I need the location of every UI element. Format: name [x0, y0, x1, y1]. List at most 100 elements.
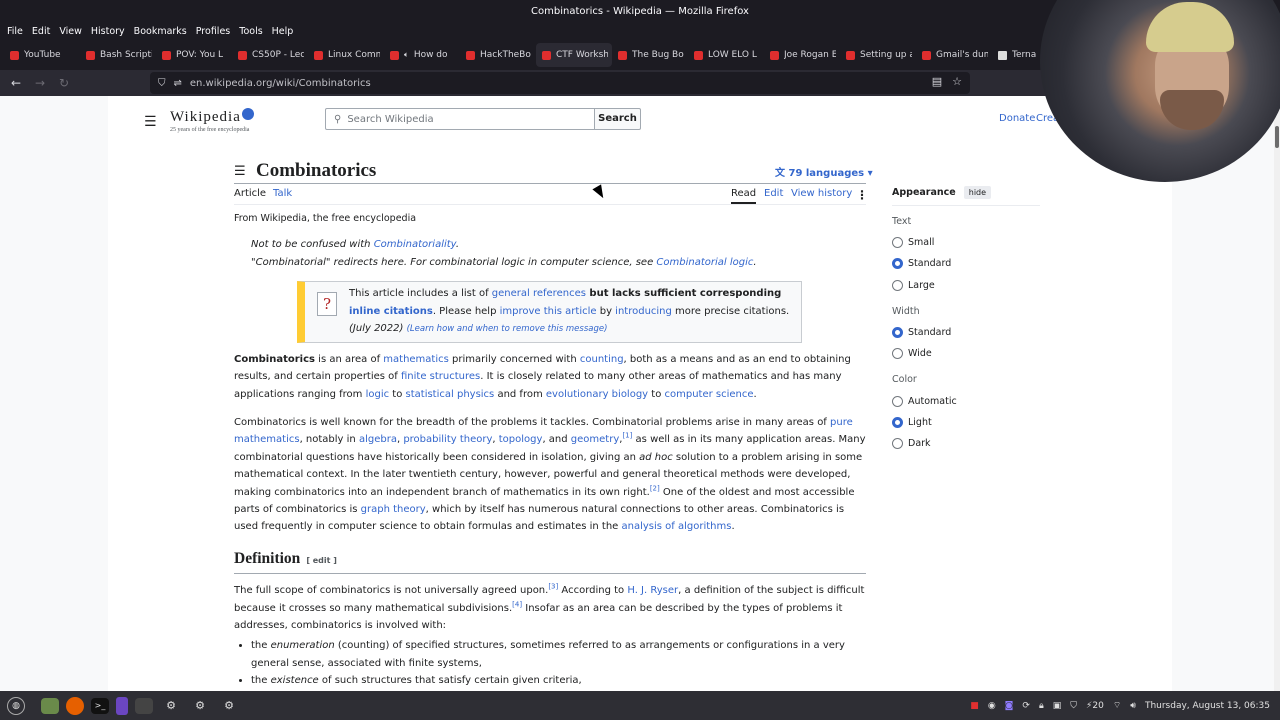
tab-view-history[interactable]: View history — [791, 188, 852, 199]
lock-icon[interactable]: 🔒︎ — [1039, 701, 1044, 711]
more-tools-icon[interactable]: ⋮ — [856, 188, 868, 202]
radio-button[interactable] — [892, 327, 903, 339]
wifi-icon[interactable]: ⌔ — [1113, 700, 1121, 711]
tab-article[interactable]: Article — [234, 188, 266, 199]
search-button[interactable]: Search — [594, 108, 641, 130]
notice-link[interactable]: introducing — [615, 306, 672, 317]
reload-button[interactable]: ↻ — [52, 76, 76, 90]
audio-icon[interactable]: 🔈︎ — [404, 50, 409, 60]
menu-edit[interactable]: Edit — [30, 24, 57, 40]
start-menu-icon[interactable]: ◍ — [7, 696, 25, 715]
update-icon[interactable]: ⟳ — [1022, 701, 1030, 711]
url-bar[interactable]: ⛉ ⇌ en.wikipedia.org/wiki/Combinatorics … — [150, 72, 970, 94]
menu-view[interactable]: View — [57, 24, 89, 40]
back-button[interactable]: ← — [4, 76, 28, 90]
radio-option[interactable]: Standard — [892, 322, 1040, 343]
gear-icon[interactable]: ⚙ — [189, 695, 211, 717]
clock[interactable]: Thursday, August 13, 06:35 — [1145, 701, 1270, 711]
link[interactable]: analysis of algorithms — [622, 521, 732, 532]
browser-tab[interactable]: CS50P - Lec — [232, 43, 308, 67]
link[interactable]: counting — [580, 354, 624, 365]
browser-tab[interactable]: CTF Worksh — [536, 43, 612, 67]
firefox-icon[interactable] — [66, 696, 84, 715]
link[interactable]: evolutionary biology — [546, 389, 648, 400]
notice-link[interactable]: inline citations — [349, 306, 433, 317]
link[interactable]: probability theory — [403, 434, 492, 445]
browser-tab[interactable]: Bash Scripti — [80, 43, 156, 67]
link[interactable]: H. J. Ryser — [627, 585, 678, 596]
shield-icon[interactable]: ⛉ — [1070, 701, 1077, 711]
radio-option[interactable]: Dark — [892, 433, 1040, 454]
browser-tab[interactable]: POV: You L — [156, 43, 232, 67]
menu-history[interactable]: History — [89, 24, 132, 40]
shield-icon[interactable]: ⛉ — [158, 78, 166, 89]
browser-tab[interactable]: The Bug Bo — [612, 43, 688, 67]
reader-view-icon[interactable]: ▤ — [932, 75, 942, 88]
citation[interactable]: [2] — [650, 484, 660, 492]
citation[interactable]: [3] — [548, 583, 558, 591]
wikipedia-logo[interactable]: Wikipedia 25 years of the free encyclope… — [170, 106, 254, 133]
network-icon[interactable]: ⚡20 — [1086, 701, 1104, 711]
browser-tab[interactable]: LOW ELO L — [688, 43, 764, 67]
link[interactable]: topology — [499, 434, 543, 445]
clipboard-icon[interactable]: ▣ — [1053, 701, 1062, 711]
menu-tools[interactable]: Tools — [237, 24, 269, 40]
link[interactable]: statistical physics — [406, 389, 495, 400]
files-icon[interactable] — [41, 697, 59, 714]
hide-button[interactable]: hide — [963, 186, 992, 199]
url-text[interactable]: en.wikipedia.org/wiki/Combinatorics — [190, 78, 371, 89]
radio-button[interactable] — [892, 279, 903, 291]
citation[interactable]: [1] — [622, 432, 632, 440]
radio-option[interactable]: Automatic — [892, 390, 1040, 411]
link[interactable]: pure mathematics — [234, 417, 853, 445]
browser-tab[interactable]: Gmail's dum — [916, 43, 992, 67]
citation[interactable]: [4] — [512, 600, 522, 608]
obsidian-icon[interactable] — [116, 696, 128, 715]
edit-section-link[interactable]: [ edit ] — [306, 556, 337, 565]
browser-tab[interactable]: YouTube — [4, 43, 80, 67]
link[interactable]: mathematics — [383, 354, 449, 365]
radio-button[interactable] — [892, 438, 903, 450]
link[interactable]: geometry — [571, 434, 619, 445]
volume-icon[interactable]: 🔊︎ — [1130, 701, 1136, 711]
tab-talk[interactable]: Talk — [273, 188, 292, 199]
radio-option[interactable]: Light — [892, 412, 1040, 433]
radio-button[interactable] — [892, 237, 903, 249]
menu-help[interactable]: Help — [270, 24, 301, 40]
radio-button[interactable] — [892, 348, 903, 360]
toc-toggle-icon[interactable]: ☰ — [234, 164, 246, 179]
discord-icon[interactable]: ◙ — [1005, 701, 1014, 711]
menu-bookmarks[interactable]: Bookmarks — [132, 24, 194, 40]
radio-option[interactable]: Small — [892, 232, 1040, 253]
link[interactable]: graph theory — [361, 504, 426, 515]
forward-button[interactable]: → — [28, 76, 52, 90]
scroll-thumb[interactable] — [1275, 126, 1279, 148]
app-icon[interactable] — [135, 697, 153, 714]
obs-icon[interactable]: ◉ — [988, 701, 996, 711]
tab-edit[interactable]: Edit — [764, 188, 783, 199]
radio-option[interactable]: Standard — [892, 253, 1040, 274]
radio-option[interactable]: Wide — [892, 343, 1040, 364]
radio-button[interactable] — [892, 395, 903, 407]
link[interactable]: computer science — [665, 389, 754, 400]
hatnote-link[interactable]: Combinatorial logic — [656, 257, 753, 268]
language-button[interactable]: 文 79 languages ▾ — [775, 164, 873, 179]
terminal-icon[interactable]: >_ — [91, 697, 109, 714]
menu-file[interactable]: File — [5, 24, 30, 40]
settings-icon[interactable]: ⚙ — [160, 695, 182, 717]
notice-link[interactable]: general references — [492, 288, 586, 299]
main-menu-icon[interactable]: ☰ — [144, 114, 157, 130]
notice-help-link[interactable]: (Learn how and when to remove this messa… — [407, 324, 608, 334]
radio-button[interactable] — [892, 416, 903, 428]
notice-link[interactable]: improve this article — [500, 306, 597, 317]
record-icon[interactable]: ■ — [970, 701, 979, 711]
browser-tab[interactable]: 🔈︎ How do — [384, 43, 460, 67]
radio-button[interactable] — [892, 258, 903, 270]
permissions-icon[interactable]: ⇌ — [174, 78, 182, 89]
bookmark-star-icon[interactable]: ☆ — [952, 75, 962, 88]
browser-tab[interactable]: HackTheBo — [460, 43, 536, 67]
menu-profiles[interactable]: Profiles — [194, 24, 238, 40]
browser-tab[interactable]: Linux Comm — [308, 43, 384, 67]
browser-tab[interactable]: Joe Rogan E — [764, 43, 840, 67]
gear-icon[interactable]: ⚙ — [218, 695, 240, 717]
